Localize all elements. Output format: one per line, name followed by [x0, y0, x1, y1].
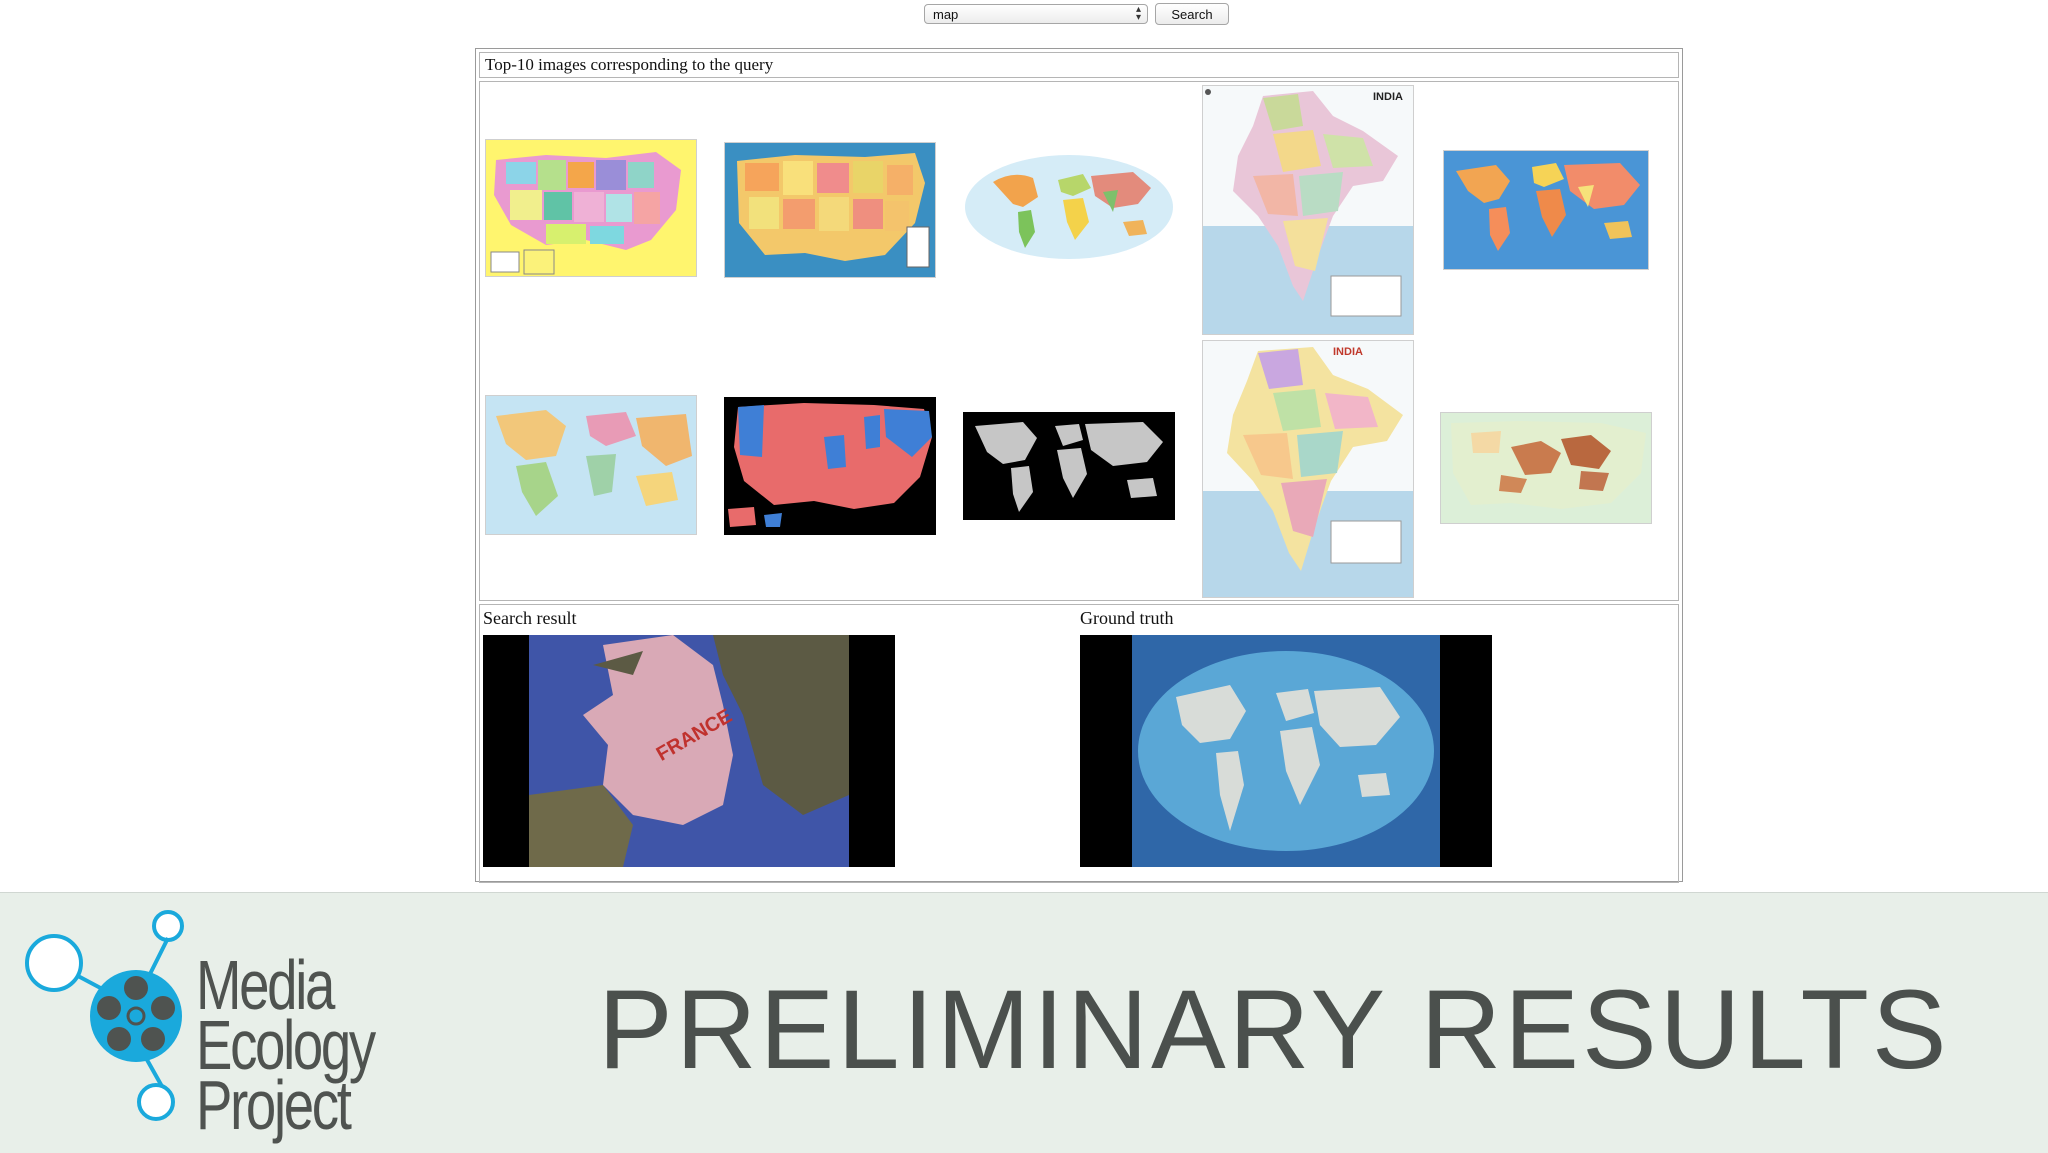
search-button[interactable]: Search — [1155, 3, 1229, 25]
thumbnail-world-physical-map[interactable] — [485, 395, 697, 535]
usa-states-map-image — [486, 140, 696, 276]
world-map-oval-image — [965, 155, 1173, 259]
world-map-gray-image — [963, 412, 1175, 520]
logo-word-project: Project — [196, 1066, 352, 1144]
ground-truth-frame[interactable] — [1080, 635, 1492, 867]
ground-truth-label: Ground truth — [1080, 608, 1174, 628]
usa-terrain-map-image — [1441, 413, 1651, 523]
thumbnail-world-map-gray[interactable] — [963, 412, 1175, 520]
usa-red-blue-map-image — [724, 397, 936, 535]
thumbnail-usa-terrain-map[interactable] — [1440, 412, 1652, 524]
query-select[interactable]: map ▴ ▾ — [924, 4, 1148, 24]
query-select-value: map — [933, 7, 959, 22]
thumbnail-grid: INDIA INDIA — [479, 81, 1679, 601]
thumbnail-usa-states-map[interactable] — [485, 139, 697, 277]
thumbnail-world-map-oval[interactable] — [963, 152, 1175, 262]
thumbnail-india-map[interactable]: INDIA — [1202, 85, 1414, 335]
world-political-map-image — [1444, 151, 1648, 269]
results-caption: Top-10 images corresponding to the query — [479, 52, 1679, 78]
world-physical-map-image — [486, 396, 696, 534]
slide-headline: PRELIMINARY RESULTS — [598, 967, 1950, 1092]
india-map-title: INDIA — [1373, 91, 1403, 103]
search-result-frame[interactable]: FRANCE — [483, 635, 895, 867]
results-table: Top-10 images corresponding to the query — [475, 48, 1683, 883]
thumbnail-usa-red-blue-map[interactable] — [724, 397, 936, 535]
france-map-image: FRANCE — [483, 635, 895, 867]
thumbnail-india-states-map[interactable]: INDIA — [1202, 340, 1414, 598]
india-map-image: INDIA — [1203, 86, 1413, 334]
ground-truth-world-map-image — [1080, 635, 1492, 867]
query-bar: map ▴ ▾ Search — [924, 2, 1229, 26]
search-result-label: Search result — [483, 608, 577, 628]
thumbnail-world-political-map[interactable] — [1443, 150, 1649, 270]
india-states-map-title: INDIA — [1333, 346, 1363, 358]
india-states-map-image: INDIA — [1203, 341, 1413, 597]
comparison-section: Search result FRANCE Ground truth — [479, 604, 1679, 883]
usa-political-map-image — [725, 143, 935, 277]
media-ecology-logo-icon — [25, 910, 184, 1121]
thumbnail-usa-political-map[interactable] — [724, 142, 936, 278]
select-arrows-icon: ▴ ▾ — [1135, 4, 1141, 23]
